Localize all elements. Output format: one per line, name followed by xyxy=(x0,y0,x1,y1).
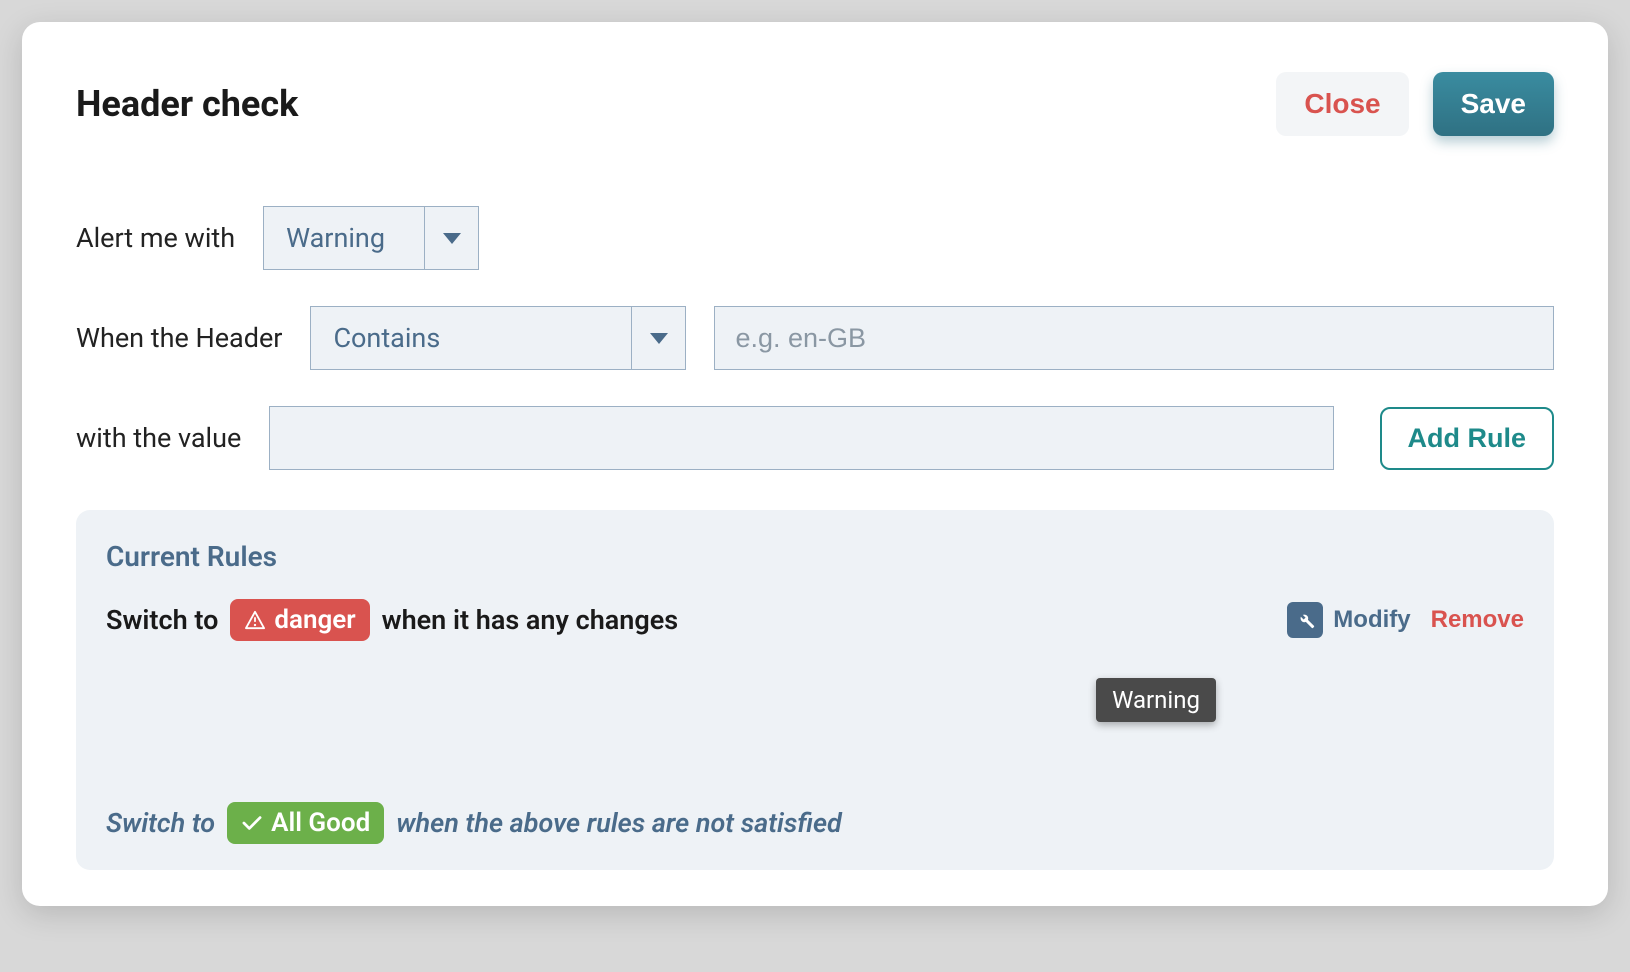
rule-prefix: Switch to xyxy=(106,604,218,636)
header-value-input[interactable] xyxy=(269,406,1333,470)
rule-actions: Modify Remove xyxy=(1287,602,1524,638)
header-name-input[interactable] xyxy=(714,306,1554,370)
row-alert: Alert me with Warning xyxy=(76,206,1554,270)
warning-triangle-icon xyxy=(244,610,266,630)
remove-button[interactable]: Remove xyxy=(1431,606,1524,634)
warning-tooltip: Warning xyxy=(1096,678,1216,722)
row-when-header: When the Header Contains xyxy=(76,306,1554,370)
chevron-down-icon xyxy=(424,207,478,269)
danger-badge-label: danger xyxy=(274,605,355,635)
fallback-suffix: when the above rules are not satisfied xyxy=(396,807,842,839)
alert-level-select[interactable]: Warning xyxy=(263,206,479,270)
wrench-icon xyxy=(1287,602,1323,638)
chevron-down-icon xyxy=(631,307,685,369)
add-rule-button[interactable]: Add Rule xyxy=(1380,407,1555,470)
when-header-label: When the Header xyxy=(76,322,282,354)
condition-select[interactable]: Contains xyxy=(310,306,686,370)
danger-badge: danger xyxy=(230,599,369,641)
alert-level-value: Warning xyxy=(264,207,424,269)
current-rules-panel: Current Rules Switch to danger when it h… xyxy=(76,510,1554,870)
rule-suffix: when it has any changes xyxy=(382,604,679,636)
modal-header: Header check Close Save xyxy=(76,72,1554,136)
modal-actions: Close Save xyxy=(1276,72,1554,136)
save-button[interactable]: Save xyxy=(1433,72,1554,136)
check-icon xyxy=(241,814,263,832)
close-button[interactable]: Close xyxy=(1276,72,1408,136)
current-rules-heading: Current Rules xyxy=(106,540,1524,573)
row-value: with the value Add Rule xyxy=(76,406,1554,470)
alert-label: Alert me with xyxy=(76,222,235,254)
fallback-prefix: Switch to xyxy=(106,807,215,839)
modal-title: Header check xyxy=(76,83,298,125)
rule-row: Switch to danger when it has any changes… xyxy=(106,599,1524,641)
all-good-badge: All Good xyxy=(227,802,384,844)
value-label: with the value xyxy=(76,422,241,454)
fallback-rule: Switch to All Good when the above rules … xyxy=(106,802,842,844)
modify-button[interactable]: Modify xyxy=(1287,602,1410,638)
header-check-modal: Header check Close Save Alert me with Wa… xyxy=(22,22,1608,906)
condition-value: Contains xyxy=(311,307,631,369)
modify-label: Modify xyxy=(1333,606,1410,634)
all-good-label: All Good xyxy=(271,808,370,838)
